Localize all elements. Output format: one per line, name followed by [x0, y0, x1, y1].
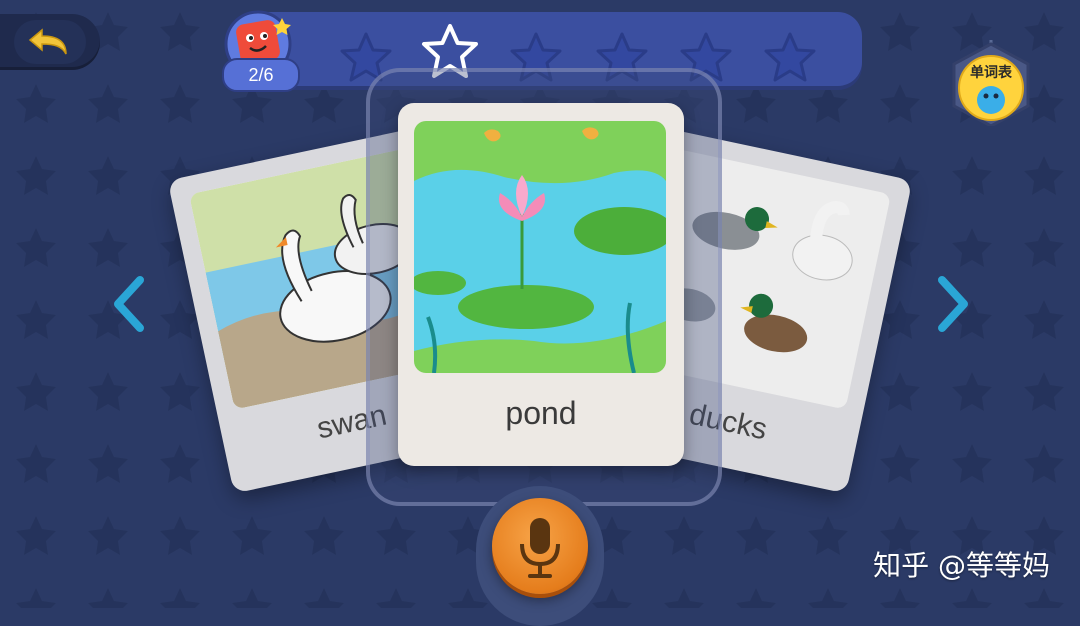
chevron-right-icon — [938, 276, 968, 332]
undo-arrow-icon — [28, 28, 67, 55]
record-button[interactable] — [492, 498, 588, 594]
word-list-label: 单词表 — [970, 65, 1012, 81]
card-pond[interactable]: pond — [398, 103, 684, 466]
star-icon-5 — [764, 32, 816, 82]
microphone-icon — [520, 518, 560, 578]
watermark: 知乎 @等等妈 — [873, 549, 1050, 582]
pond-image — [414, 121, 666, 373]
chevron-left-icon — [114, 276, 144, 332]
card-word-pond: pond — [505, 395, 577, 431]
next-card-button[interactable] — [934, 274, 974, 334]
word-list-button[interactable]: 单词表 — [948, 0, 1034, 128]
previous-card-button[interactable] — [108, 274, 148, 334]
progress-count: 2/6 — [222, 58, 300, 92]
back-button[interactable] — [0, 14, 100, 70]
